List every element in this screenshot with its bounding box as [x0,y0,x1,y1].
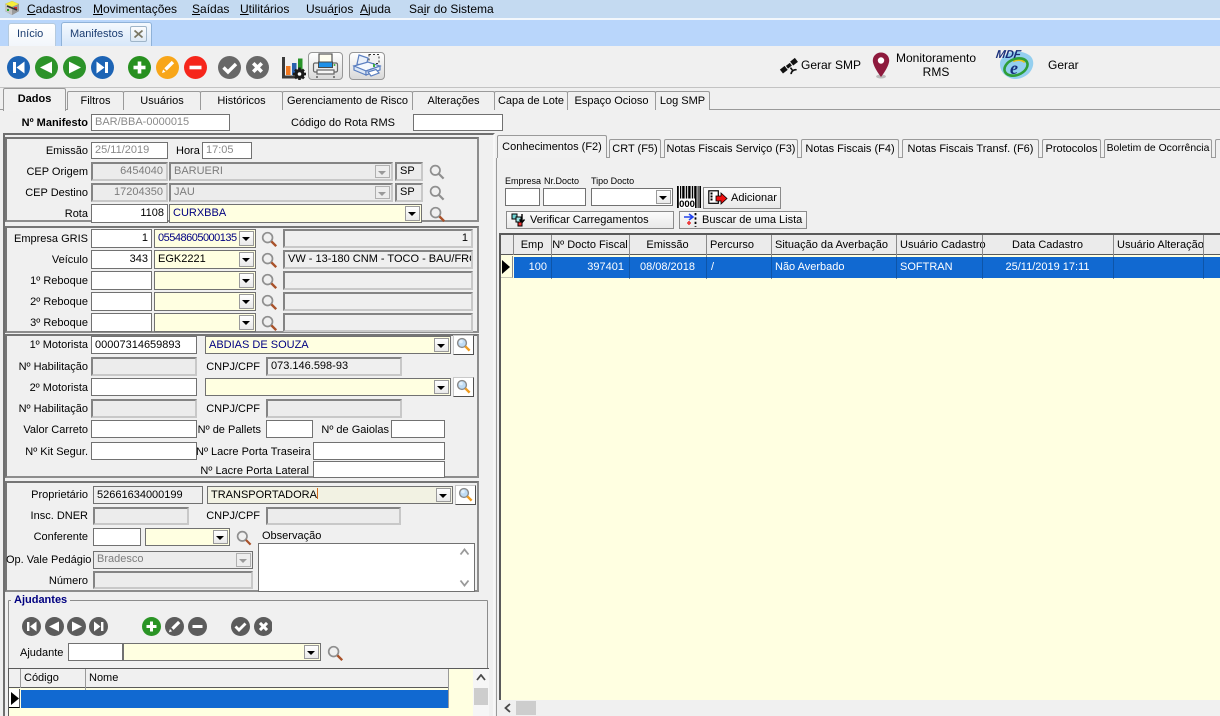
svg-text:MDF: MDF [995,49,1023,61]
svg-text:000: 000 [679,199,695,208]
svg-text:e: e [1010,58,1018,78]
